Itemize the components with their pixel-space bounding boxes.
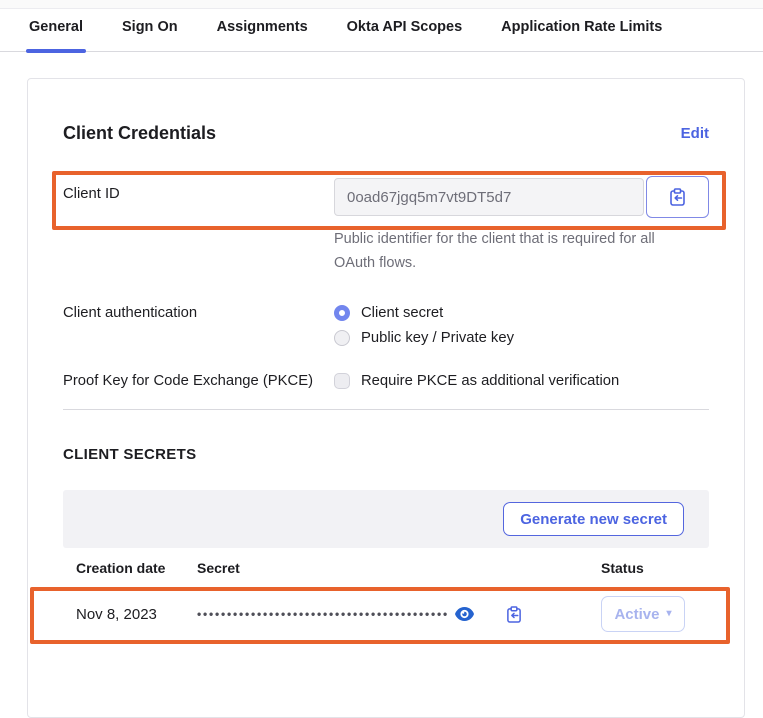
- radio-unselected-icon[interactable]: [334, 330, 350, 346]
- client-credentials-card: Client Credentials Edit Client ID Pub: [27, 78, 745, 718]
- tab-assignments[interactable]: Assignments: [216, 19, 309, 51]
- card-header: Client Credentials Edit: [63, 123, 709, 144]
- tab-sign-on[interactable]: Sign On: [121, 19, 179, 51]
- header-secret: Secret: [197, 560, 601, 576]
- generate-new-secret-button[interactable]: Generate new secret: [503, 502, 684, 536]
- masked-secret-value: ••••••••••••••••••••••••••••••••••••••••…: [197, 607, 449, 621]
- app-tab-bar: General Sign On Assignments Okta API Sco…: [0, 9, 763, 52]
- tab-general[interactable]: General: [28, 19, 84, 51]
- pkce-row: Proof Key for Code Exchange (PKCE) Requi…: [63, 373, 709, 389]
- copy-client-id-button[interactable]: [646, 176, 709, 218]
- status-label: Active: [614, 606, 659, 623]
- pkce-label: Proof Key for Code Exchange (PKCE): [63, 373, 334, 389]
- client-authentication-row: Client authentication Client secret Publ…: [63, 305, 709, 346]
- client-id-row: Client ID Public identifier for the clie…: [63, 176, 709, 275]
- client-id-label: Client ID: [63, 176, 334, 275]
- clipboard-copy-icon: [669, 188, 686, 206]
- tab-application-rate-limits[interactable]: Application Rate Limits: [500, 19, 663, 51]
- tab-okta-api-scopes[interactable]: Okta API Scopes: [346, 19, 464, 51]
- client-secrets-toolbar: Generate new secret: [63, 490, 709, 548]
- table-header-row: Creation date Secret Status: [63, 548, 709, 589]
- reveal-secret-button[interactable]: [455, 607, 474, 621]
- section-divider: [63, 409, 709, 410]
- edit-link[interactable]: Edit: [681, 125, 709, 142]
- clipboard-copy-icon: [506, 606, 522, 623]
- radio-label: Client secret: [361, 305, 443, 321]
- pkce-checkbox-option[interactable]: Require PKCE as additional verification: [334, 373, 709, 389]
- radio-selected-icon[interactable]: [334, 305, 350, 321]
- window-top-strip: [0, 0, 763, 9]
- client-id-input[interactable]: [334, 178, 644, 216]
- header-status: Status: [601, 560, 709, 576]
- copy-secret-button[interactable]: [506, 606, 522, 623]
- radio-option-client-secret[interactable]: Client secret: [334, 305, 709, 321]
- client-secrets-table: Creation date Secret Status Nov 8, 2023 …: [63, 548, 709, 639]
- chevron-down-icon: ▾: [667, 609, 672, 619]
- secret-creation-date: Nov 8, 2023: [63, 606, 197, 623]
- client-authentication-label: Client authentication: [63, 305, 334, 346]
- pkce-checkbox-label: Require PKCE as additional verification: [361, 373, 619, 389]
- client-id-help-text: Public identifier for the client that is…: [334, 227, 682, 275]
- secret-status-dropdown[interactable]: Active ▾: [601, 596, 685, 632]
- section-title: Client Credentials: [63, 123, 216, 144]
- checkbox-unchecked-icon[interactable]: [334, 373, 350, 389]
- radio-option-public-private-key[interactable]: Public key / Private key: [334, 330, 709, 346]
- radio-label: Public key / Private key: [361, 330, 514, 346]
- eye-icon: [455, 607, 474, 621]
- header-creation-date: Creation date: [63, 560, 197, 576]
- table-row: Nov 8, 2023 ••••••••••••••••••••••••••••…: [63, 589, 709, 639]
- client-secrets-title: CLIENT SECRETS: [63, 446, 709, 463]
